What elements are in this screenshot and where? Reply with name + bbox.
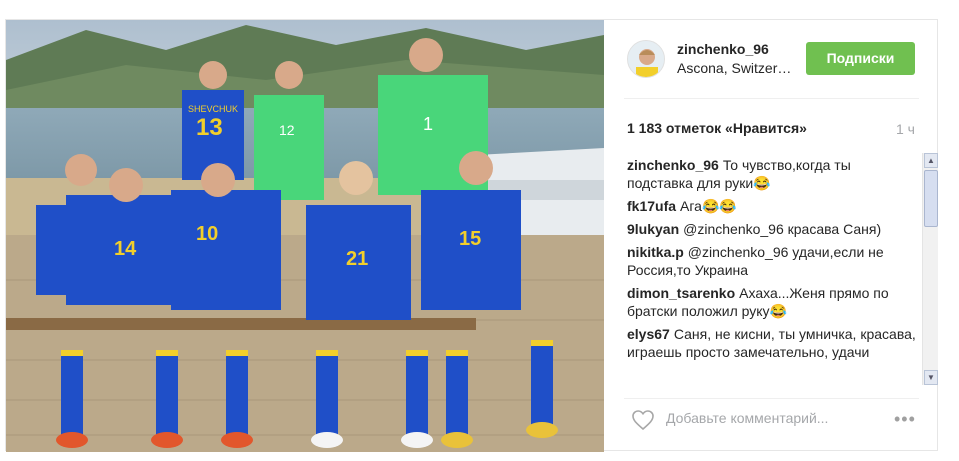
avatar[interactable]	[627, 40, 665, 78]
username-link[interactable]: zinchenko_96	[677, 41, 769, 57]
comment: elys67 Саня, не кисни, ты умничка, красав…	[627, 325, 919, 361]
footer-divider	[624, 398, 919, 399]
jersey-name: SHEVCHUK	[188, 104, 238, 114]
scroll-thumb[interactable]	[924, 170, 938, 227]
comment-text: Ага😂😂	[680, 198, 737, 214]
post-photo[interactable]: 13 SHEVCHUK 12 1 14 10 21 15	[6, 20, 604, 452]
post-header: zinchenko_96 Ascona, Switzerland Подписк…	[604, 20, 939, 98]
comment-author[interactable]: nikitka.p	[627, 244, 684, 260]
add-comment-input[interactable]: Добавьте комментарий...	[666, 410, 876, 426]
scroll-down-arrow-icon[interactable]: ▼	[924, 370, 938, 385]
comment-author[interactable]: dimon_tsarenko	[627, 285, 735, 301]
heart-icon	[632, 410, 654, 431]
jersey-number: 1	[423, 114, 433, 134]
comment: 9lukyan @zinchenko_96 красава Саня)	[627, 220, 919, 238]
comment: fk17ufa Ага😂😂	[627, 197, 919, 215]
likes-count[interactable]: 1 183 отметок «Нравится»	[627, 120, 807, 136]
post-side-panel: zinchenko_96 Ascona, Switzerland Подписк…	[604, 20, 939, 452]
scroll-up-arrow-icon[interactable]: ▲	[924, 153, 938, 168]
comment: dimon_tsarenko Ахаха...Женя прямо по брат…	[627, 284, 919, 320]
comments-scrollbar[interactable]: ▲ ▼	[922, 153, 938, 385]
comment-text: Саня, не кисни, ты умничка, красава, игр…	[627, 326, 916, 360]
jersey-number: 14	[114, 238, 137, 260]
jersey-number: 21	[346, 248, 368, 270]
comment-author[interactable]: elys67	[627, 326, 670, 342]
comment-author[interactable]: zinchenko_96	[627, 157, 719, 173]
avatar-image	[628, 41, 664, 77]
more-options-icon[interactable]: •••	[894, 409, 916, 430]
jersey-number: 12	[279, 122, 295, 138]
jersey-number: 10	[196, 223, 218, 245]
comment-author[interactable]: 9lukyan	[627, 221, 679, 237]
like-heart-icon[interactable]	[631, 409, 655, 436]
comment: zinchenko_96 То чувство,когда ты подставк…	[627, 156, 919, 192]
location-link[interactable]: Ascona, Switzerland	[677, 60, 792, 76]
header-divider	[624, 98, 919, 99]
team-photo-illustration: 13 SHEVCHUK 12 1 14 10 21 15	[6, 20, 604, 452]
post-time[interactable]: 1 ч	[896, 121, 915, 137]
comment-text: @zinchenko_96 красава Саня)	[683, 221, 882, 237]
comments-list[interactable]: zinchenko_96 То чувство,когда ты подставк…	[627, 156, 919, 388]
comment: nikitka.p @zinchenko_96 удачи,если не Рос…	[627, 243, 919, 279]
following-button[interactable]: Подписки	[806, 42, 915, 75]
post-card: 13 SHEVCHUK 12 1 14 10 21 15 zinchenko_9…	[5, 19, 939, 452]
jersey-number: 15	[459, 228, 481, 250]
jersey-number: 13	[196, 114, 223, 141]
comment-author[interactable]: fk17ufa	[627, 198, 676, 214]
